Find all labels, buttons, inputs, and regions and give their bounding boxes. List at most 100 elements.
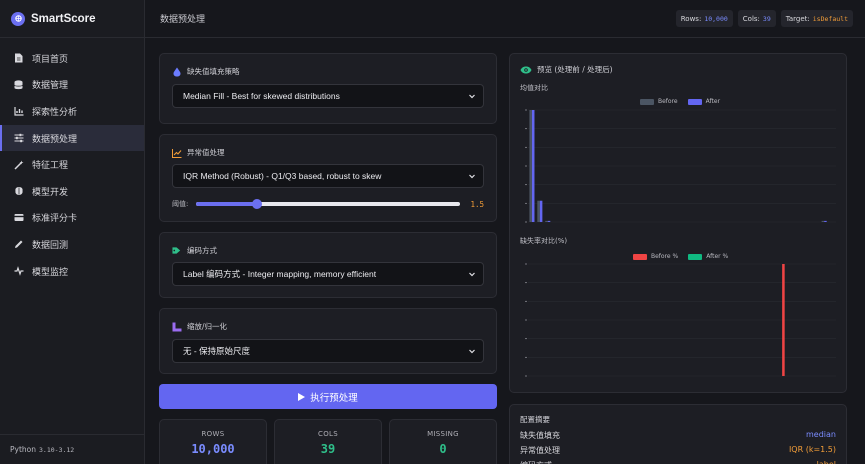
python-version: Python 3.10-3.12 [0,434,145,464]
droplet-icon [172,67,182,77]
legend-swatch-before [640,98,654,105]
rows-stat: ROWS 10,000 [159,419,267,464]
sidebar-item-label: 模型监控 [32,267,69,278]
encoding-select[interactable]: Label 编码方式 - Integer mapping, memory eff… [172,262,484,286]
tag-icon [172,246,182,256]
bar-before [821,220,825,222]
chevron-down-icon [468,270,476,280]
missing-rate-chart [525,263,836,377]
rows-chip-value: 10,000 [704,14,728,23]
preview-panel: 预览 (处理前 / 处理后) 均值对比 Before After 缺失率对比(%… [509,53,847,393]
threshold-label: 阈值: [172,200,189,208]
mean-comparison-chart [525,109,836,223]
threshold-row: 阈值: 1.5 [172,198,484,210]
summary-key: 编码方式 [520,460,552,464]
outlier-select[interactable]: IQR Method (Robust) - Q1/Q3 based, robus… [172,164,484,188]
pulse-icon [13,266,24,277]
python-label: Python [10,445,36,454]
run-button-label: 执行预处理 [310,392,358,404]
dataset-chips: Rows: 10,000 Cols: 39 Target: isDefault [675,10,853,27]
sidebar-item-backtest[interactable]: 数据回测 [0,231,144,258]
outlier-heading: 异常值处理 [172,147,225,158]
header: 数据预处理 Rows: 10,000 Cols: 39 Target: isDefau… [145,0,865,38]
trend-icon [172,148,182,158]
missing-fill-heading: 缺失值填充策略 [172,66,240,77]
summary-row-outlier: 异常值处理 IQR (k=1.5) [520,445,836,456]
scaling-label: 缩放/归一化 [187,322,228,331]
bar-before [782,264,785,376]
sidebar-item-eda[interactable]: 探索性分析 [0,98,144,125]
missing-fill-select[interactable]: Median Fill - Best for skewed distributi… [172,84,484,108]
missing-fill-card: 缺失值填充策略 Median Fill - Best for skewed di… [159,53,497,124]
summary-key: 缺失值填充 [520,431,560,440]
sidebar-item-feature[interactable]: 特征工程 [0,151,144,178]
preview-heading: 预览 (处理前 / 处理后) [520,64,613,75]
pen-icon [13,239,24,250]
sidebar-item-home[interactable]: 项目首页 [0,45,144,72]
database-icon [13,79,24,90]
mean-chart-title: 均值对比 [520,84,548,92]
bar-before [545,220,548,222]
bar-after [824,220,827,222]
bar-before [537,200,540,222]
run-preprocess-button[interactable]: 执行预处理 [159,384,497,409]
sidebar-item-preprocess[interactable]: 数据预处理 [0,124,144,152]
sliders-icon [13,133,24,144]
sidebar-item-monitor[interactable]: 模型监控 [0,258,144,285]
encoding-heading: 编码方式 [172,245,217,256]
chevron-down-icon [468,347,476,357]
sidebar-item-label: 数据管理 [32,81,69,92]
threshold-thumb[interactable] [251,199,262,209]
legend-before: Before [658,98,678,105]
cols-chip-value: 39 [762,14,771,23]
chevron-down-icon [468,92,476,102]
summary-title: 配置摘要 [520,415,550,424]
sidebar-item-label: 标准评分卡 [32,214,78,225]
ruler-icon [172,322,182,332]
sidebar-item-data[interactable]: 数据管理 [0,72,144,99]
rows-chip: Rows: 10,000 [675,10,733,27]
scaling-value: 无 - 保持原始尺度 [183,346,251,356]
sidebar-item-model[interactable]: 模型开发 [0,178,144,205]
legend-after: After [705,98,721,105]
summary-row-missing: 缺失值填充 median [520,430,836,441]
bar-after [531,110,535,222]
threshold-slider[interactable] [196,199,460,209]
outlier-label: 异常值处理 [187,148,225,157]
brand[interactable]: SmartScore [0,0,144,38]
mean-legend: Before After [640,98,720,105]
config-summary: 配置摘要 缺失值填充 median 异常值处理 IQR (k=1.5) 编码方式… [509,404,847,464]
summary-key: 异常值处理 [520,446,560,455]
encoding-value: Label 编码方式 - Integer mapping, memory eff… [183,269,377,279]
sidebar-item-label: 模型开发 [32,187,69,198]
missing-stat: MISSING 0 [389,419,497,464]
card-icon [13,212,24,223]
legend-after-pct: After % [706,253,729,260]
sidebar-item-scorecard[interactable]: 标准评分卡 [0,205,144,232]
sidebar-item-label: 数据预处理 [32,134,78,145]
missing-fill-value: Median Fill - Best for skewed distributi… [183,91,340,101]
legend-swatch-after-pct [688,253,703,260]
threshold-value: 1.5 [470,199,484,209]
encoding-card: 编码方式 Label 编码方式 - Integer mapping, memor… [159,232,497,298]
sidebar-item-label: 特征工程 [32,161,69,172]
bar-after [539,200,543,222]
legend-before-pct: Before % [651,253,679,260]
page-title: 数据预处理 [160,15,206,25]
bar-after [547,220,551,222]
rows-stat-label: ROWS [201,430,225,438]
scaling-card: 缩放/归一化 无 - 保持原始尺度 [159,308,497,374]
brain-icon [13,186,24,197]
cols-stat-label: COLS [318,430,338,438]
scaling-select[interactable]: 无 - 保持原始尺度 [172,339,484,363]
rows-chip-label: Rows: [680,14,702,23]
missing-stat-value: 0 [439,442,447,456]
sidebar-item-label: 项目首页 [32,54,69,65]
rows-stat-value: 10,000 [191,442,235,456]
outlier-card: 异常值处理 IQR Method (Robust) - Q1/Q3 based,… [159,134,497,222]
threshold-fill [196,202,257,206]
cols-stat-value: 39 [320,442,336,456]
eye-icon [520,66,532,74]
wand-icon [13,159,24,170]
cols-chip-label: Cols: [742,14,760,23]
